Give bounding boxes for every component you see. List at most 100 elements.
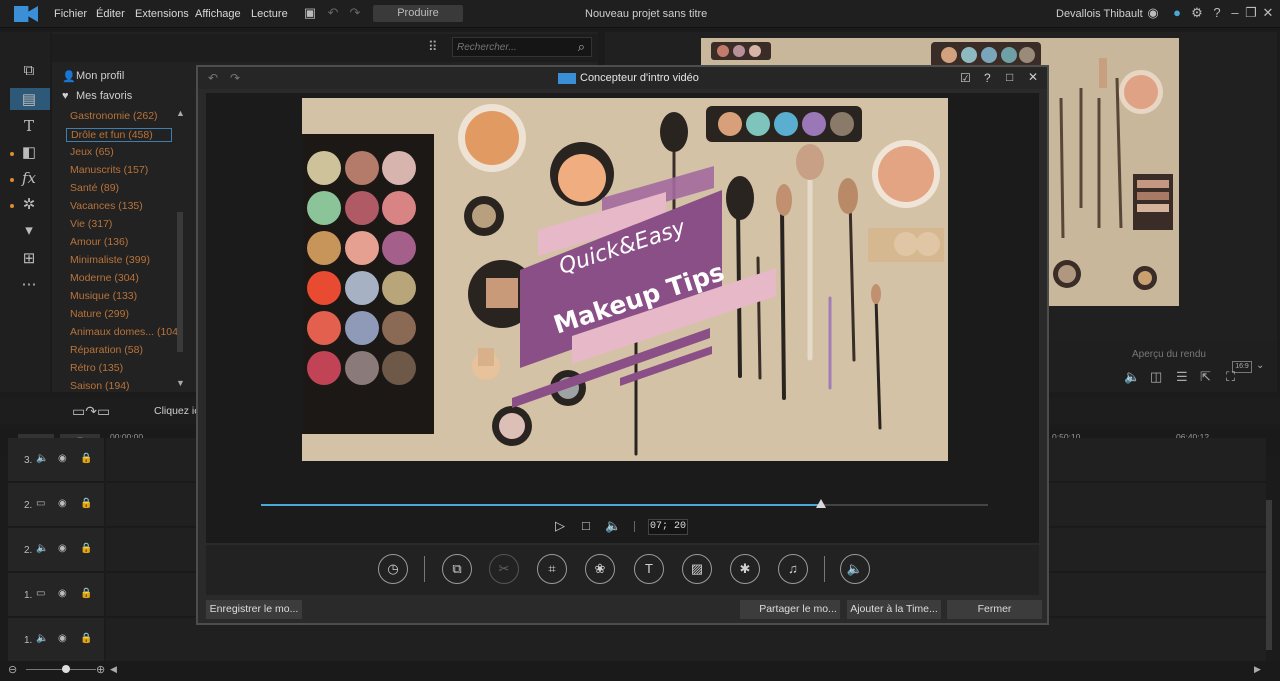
stop-icon[interactable]: □ xyxy=(582,518,590,533)
audio-icon[interactable]: 🔈 xyxy=(840,554,870,584)
templates-icon[interactable]: ▤ xyxy=(18,91,40,109)
add-to-timeline-button[interactable]: Ajouter à la Time... xyxy=(847,600,941,619)
seek-handle[interactable] xyxy=(815,499,826,508)
category-item[interactable]: Moderne (304) xyxy=(70,272,139,284)
play-icon[interactable]: ▷ xyxy=(555,518,565,534)
volume-icon[interactable]: 🔈 xyxy=(605,518,621,534)
grid-view-icon[interactable]: ⠿ xyxy=(428,39,438,55)
video-preview[interactable]: Quick&Easy Makeup Tips xyxy=(302,98,948,461)
subtitles-icon[interactable]: ☰ xyxy=(1176,369,1188,385)
category-item[interactable]: Jeux (65) xyxy=(70,146,114,158)
title-icon[interactable]: T xyxy=(18,117,40,135)
lock-icon[interactable]: 🔒 xyxy=(80,453,92,464)
minimize-icon[interactable]: – xyxy=(1228,6,1242,20)
media-room-icon[interactable]: ⧉ xyxy=(18,62,40,80)
my-profile-link[interactable]: Mon profil xyxy=(76,70,124,82)
eye-icon[interactable]: ◉ xyxy=(58,588,67,599)
category-item[interactable]: Nature (299) xyxy=(70,308,129,320)
pip-icon[interactable]: ⊞ xyxy=(18,250,40,268)
save-template-button[interactable]: Enregistrer le mo... xyxy=(206,600,302,619)
category-item[interactable]: Vacances (135) xyxy=(70,200,143,212)
dialog-titlebar: ↶ ↷ Concepteur d'intro vidéo ☑ ? □ ✕ xyxy=(198,67,1047,89)
external-preview-icon[interactable]: ⇱ xyxy=(1200,369,1211,385)
cloud-icon[interactable]: ● xyxy=(1170,6,1184,20)
title-icon[interactable]: T xyxy=(634,554,664,584)
menu-view[interactable]: Affichage xyxy=(195,8,241,20)
menu-edit[interactable]: Éditer xyxy=(96,8,125,20)
help-icon[interactable]: ? xyxy=(984,71,991,85)
overlay-icon[interactable]: ✲ xyxy=(18,196,40,214)
redo-icon[interactable]: ↷ xyxy=(230,71,240,85)
undo-icon[interactable]: ↶ xyxy=(326,6,340,20)
close-dialog-button[interactable]: Fermer xyxy=(947,600,1042,619)
category-item[interactable]: Santé (89) xyxy=(70,182,119,194)
sticker-icon[interactable]: ✱ xyxy=(730,554,760,584)
category-item[interactable]: Manuscrits (157) xyxy=(70,164,148,176)
library-scrollbar[interactable] xyxy=(177,112,183,384)
redo-icon[interactable]: ↷ xyxy=(348,6,362,20)
share-template-button[interactable]: Partager le mo... xyxy=(740,600,840,619)
music-icon[interactable]: ♫ xyxy=(778,554,808,584)
menu-playback[interactable]: Lecture xyxy=(251,8,288,20)
lock-icon[interactable]: 🔒 xyxy=(80,588,92,599)
category-item[interactable]: Gastronomie (262) xyxy=(70,110,158,122)
category-item[interactable]: Rétro (135) xyxy=(70,362,123,374)
category-item[interactable]: Minimaliste (399) xyxy=(70,254,150,266)
account-icon[interactable]: ◉ xyxy=(1146,6,1160,20)
effects-icon[interactable]: ❀ xyxy=(585,554,615,584)
more-icon[interactable]: ⋯ xyxy=(18,276,40,294)
scrollbar-thumb[interactable] xyxy=(177,212,183,352)
my-favorites-link[interactable]: Mes favoris xyxy=(76,90,132,102)
eye-icon[interactable]: ◉ xyxy=(58,633,67,644)
maximize-icon[interactable]: □ xyxy=(1006,70,1013,84)
category-item[interactable]: Réparation (58) xyxy=(70,344,143,356)
close-icon[interactable]: ✕ xyxy=(1261,6,1275,20)
particle-icon[interactable]: ▾ xyxy=(18,222,40,240)
produce-button[interactable]: Produire xyxy=(373,5,463,22)
fullscreen-icon[interactable]: ⛶ xyxy=(1226,369,1235,385)
search-input[interactable] xyxy=(453,38,563,56)
eye-icon[interactable]: ◉ xyxy=(58,453,67,464)
lock-icon[interactable]: 🔒 xyxy=(80,633,92,644)
scroll-left-icon[interactable]: ◀ xyxy=(110,664,117,675)
crop-icon[interactable]: ⌗ xyxy=(537,554,567,584)
save-icon[interactable]: ▣ xyxy=(303,6,317,20)
category-item[interactable]: Saison (194) xyxy=(70,380,130,392)
zoom-slider-knob[interactable] xyxy=(62,665,70,673)
menu-file[interactable]: Fichier xyxy=(54,8,87,20)
zoom-out-icon[interactable]: ⊖ xyxy=(8,663,17,676)
menu-extensions[interactable]: Extensions xyxy=(135,8,189,20)
undo-icon[interactable]: ↶ xyxy=(208,71,218,85)
scroll-right-icon[interactable]: ▶ xyxy=(1254,664,1261,675)
feedback-icon[interactable]: ☑ xyxy=(960,71,971,85)
eye-icon[interactable]: ◉ xyxy=(58,498,67,509)
transition-icon[interactable]: ◧ xyxy=(18,144,40,162)
restore-icon[interactable]: ❐ xyxy=(1244,6,1258,20)
zoom-slider[interactable] xyxy=(26,669,96,670)
user-name[interactable]: Devallois Thibault xyxy=(1056,8,1143,20)
snapshot-icon[interactable]: ◫ xyxy=(1150,369,1162,385)
search-box[interactable]: ⌕ xyxy=(452,37,592,57)
category-item[interactable]: Amour (136) xyxy=(70,236,128,248)
lock-icon[interactable]: 🔒 xyxy=(80,543,92,554)
storyboard-icon[interactable]: ▭↷▭ xyxy=(72,403,110,420)
category-item[interactable]: Drôle et fun (458) xyxy=(66,128,172,142)
replace-media-icon[interactable]: ⧉ xyxy=(442,554,472,584)
heart-icon: ♥ xyxy=(62,90,69,102)
category-item[interactable]: Vie (317) xyxy=(70,218,112,230)
search-icon[interactable]: ⌕ xyxy=(578,39,585,55)
zoom-in-icon[interactable]: ⊕ xyxy=(96,663,105,676)
category-item[interactable]: Animaux domes... (104 xyxy=(70,326,178,338)
chevron-down-icon[interactable]: ⌄ xyxy=(1256,360,1264,371)
volume-icon[interactable]: 🔈 xyxy=(1124,369,1140,385)
close-icon[interactable]: ✕ xyxy=(1028,70,1038,84)
timeline-vscroll[interactable] xyxy=(1266,500,1272,650)
effects-icon[interactable]: fx xyxy=(18,169,40,187)
duration-tool-icon[interactable]: ◷ xyxy=(378,554,408,584)
image-icon[interactable]: ▨ xyxy=(682,554,712,584)
help-icon[interactable]: ? xyxy=(1210,6,1224,20)
eye-icon[interactable]: ◉ xyxy=(58,543,67,554)
lock-icon[interactable]: 🔒 xyxy=(80,498,92,509)
category-item[interactable]: Musique (133) xyxy=(70,290,137,302)
gear-icon[interactable]: ⚙ xyxy=(1190,6,1204,20)
